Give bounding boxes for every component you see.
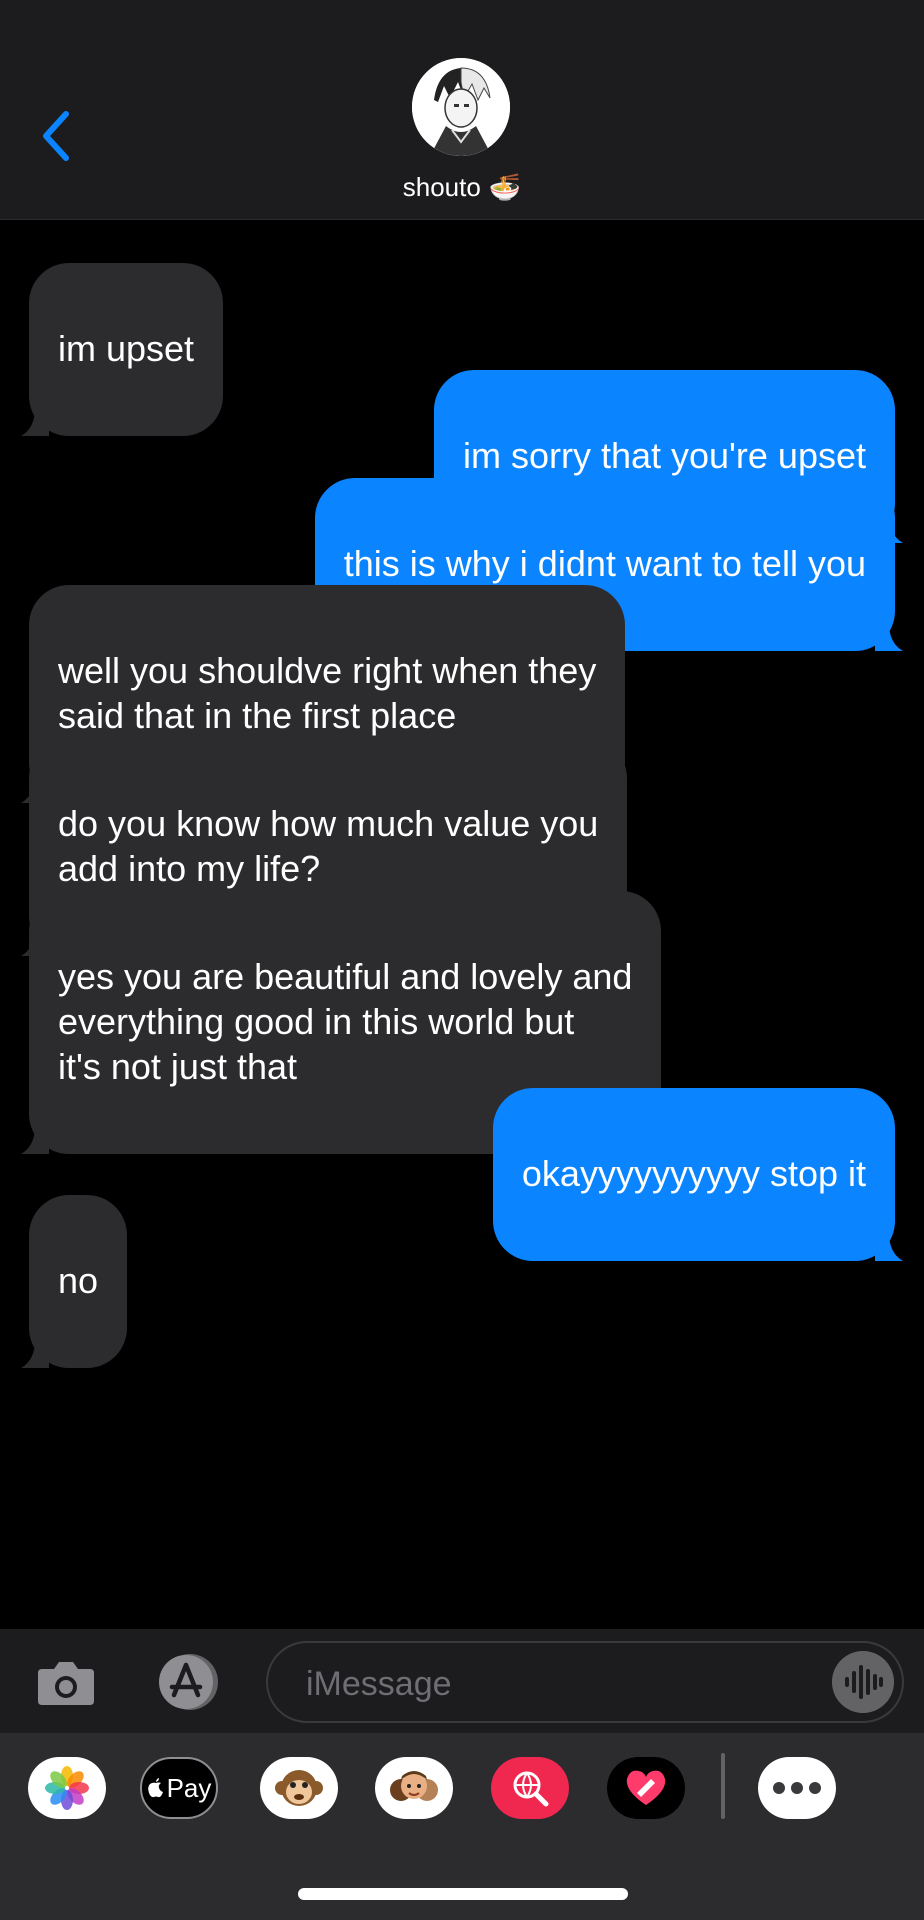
message-text: yes you are beautiful and lovely and eve… (58, 956, 633, 1087)
photos-icon[interactable] (28, 1757, 106, 1819)
photos-flower-icon (45, 1766, 89, 1810)
bubble-tail (21, 408, 49, 436)
bubble-tail (875, 1233, 903, 1261)
contact-name: shouto (402, 172, 481, 202)
contact-name-row[interactable]: shouto 🍜 (0, 172, 924, 203)
digital-touch-icon[interactable] (607, 1757, 685, 1819)
message-text: well you shouldve right when they said t… (58, 650, 597, 736)
drawer-divider (721, 1753, 725, 1819)
message-input-bar (0, 1629, 924, 1733)
apple-logo-icon (147, 1778, 163, 1798)
message-field[interactable] (266, 1641, 904, 1723)
bubble-tail (21, 1340, 49, 1368)
apple-pay-icon[interactable]: Pay (140, 1757, 218, 1819)
back-chevron-icon[interactable] (38, 108, 78, 164)
bubble-tail (875, 623, 903, 651)
globe-search-icon (513, 1771, 549, 1807)
message-text: this is why i didnt want to tell you (343, 543, 866, 584)
monkey-face-icon (275, 1770, 323, 1806)
message-text: im sorry that you're upset (462, 435, 866, 476)
message-text: do you know how much value you add into … (58, 803, 599, 889)
message-text: no (58, 1260, 99, 1301)
image-search-icon[interactable] (491, 1757, 569, 1819)
app-store-icon[interactable] (150, 1653, 224, 1711)
audio-message-icon[interactable] (832, 1651, 894, 1713)
more-icon[interactable] (758, 1757, 836, 1819)
message-text: okayyyyyyyyyy stop it (521, 1153, 866, 1194)
message-text: im upset (58, 328, 195, 369)
camera-icon[interactable] (36, 1657, 96, 1707)
conversation-header: shouto 🍜 (0, 0, 924, 220)
contact-emoji: 🍜 (488, 172, 522, 202)
heart-icon (626, 1770, 666, 1805)
message-input[interactable] (304, 1661, 788, 1707)
ellipsis-icon (773, 1782, 821, 1794)
avatar-illustration (412, 58, 510, 156)
home-indicator[interactable] (298, 1888, 628, 1900)
message-bubble-outgoing[interactable]: okayyyyyyyyyy stop it (492, 1088, 903, 1261)
message-bubble-incoming[interactable]: im upset (21, 263, 224, 436)
animoji-icon[interactable] (260, 1757, 338, 1819)
bubble-tail (21, 1126, 49, 1154)
message-bubble-incoming[interactable]: no (21, 1195, 128, 1368)
contact-avatar[interactable] (412, 58, 510, 156)
memoji-faces-icon (390, 1771, 438, 1801)
memoji-icon[interactable] (375, 1757, 453, 1819)
message-thread[interactable]: im upset im sorry that you're upset this… (0, 219, 924, 1629)
apple-pay-label: Pay (166, 1772, 212, 1803)
